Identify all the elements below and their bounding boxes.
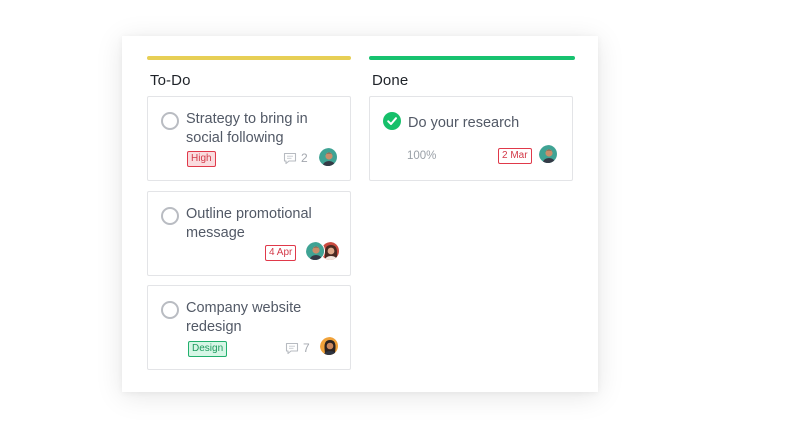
- column-done: Done Do your research 100% 2 Mar: [369, 56, 575, 181]
- task-card[interactable]: Do your research 100% 2 Mar: [369, 96, 573, 181]
- due-date-tag[interactable]: 4 Apr: [265, 245, 297, 261]
- teal-man-avatar[interactable]: [305, 241, 325, 261]
- checkmark-icon: [387, 117, 397, 125]
- task-checkbox-checked[interactable]: [383, 112, 401, 130]
- comment-icon: [283, 152, 297, 164]
- task-card[interactable]: Strategy to bring in social following Hi…: [147, 96, 351, 181]
- task-checkbox[interactable]: [161, 301, 179, 319]
- teal-man-avatar[interactable]: [538, 144, 558, 164]
- task-card[interactable]: Company website redesign Design 7: [147, 285, 351, 370]
- kanban-board: To-Do Strategy to bring in social follow…: [122, 36, 598, 392]
- task-checkbox[interactable]: [161, 207, 179, 225]
- task-title: Company website redesign: [186, 300, 302, 335]
- task-title: Strategy to bring in social following: [186, 111, 308, 146]
- column-accent-bar: [147, 56, 351, 60]
- column-todo: To-Do Strategy to bring in social follow…: [147, 56, 351, 370]
- comment-icon: [285, 342, 299, 354]
- comments-count-value: 7: [303, 341, 310, 355]
- priority-tag[interactable]: High: [187, 151, 216, 167]
- category-tag[interactable]: Design: [188, 341, 228, 357]
- column-accent-bar: [369, 56, 575, 60]
- comments-count-value: 2: [301, 151, 308, 165]
- comments-count[interactable]: 7: [285, 341, 310, 355]
- orange-woman-avatar[interactable]: [319, 336, 339, 356]
- column-title: Done: [372, 72, 409, 89]
- task-title: Outline promotional message: [186, 206, 312, 241]
- task-title: Do your research: [408, 115, 520, 131]
- task-checkbox[interactable]: [161, 112, 179, 130]
- teal-man-avatar[interactable]: [318, 147, 338, 167]
- comments-count[interactable]: 2: [283, 151, 308, 165]
- column-title: To-Do: [150, 72, 191, 89]
- progress-value: 100%: [407, 150, 437, 162]
- task-card[interactable]: Outline promotional message 4 Apr: [147, 191, 351, 276]
- due-date-tag[interactable]: 2 Mar: [498, 148, 532, 164]
